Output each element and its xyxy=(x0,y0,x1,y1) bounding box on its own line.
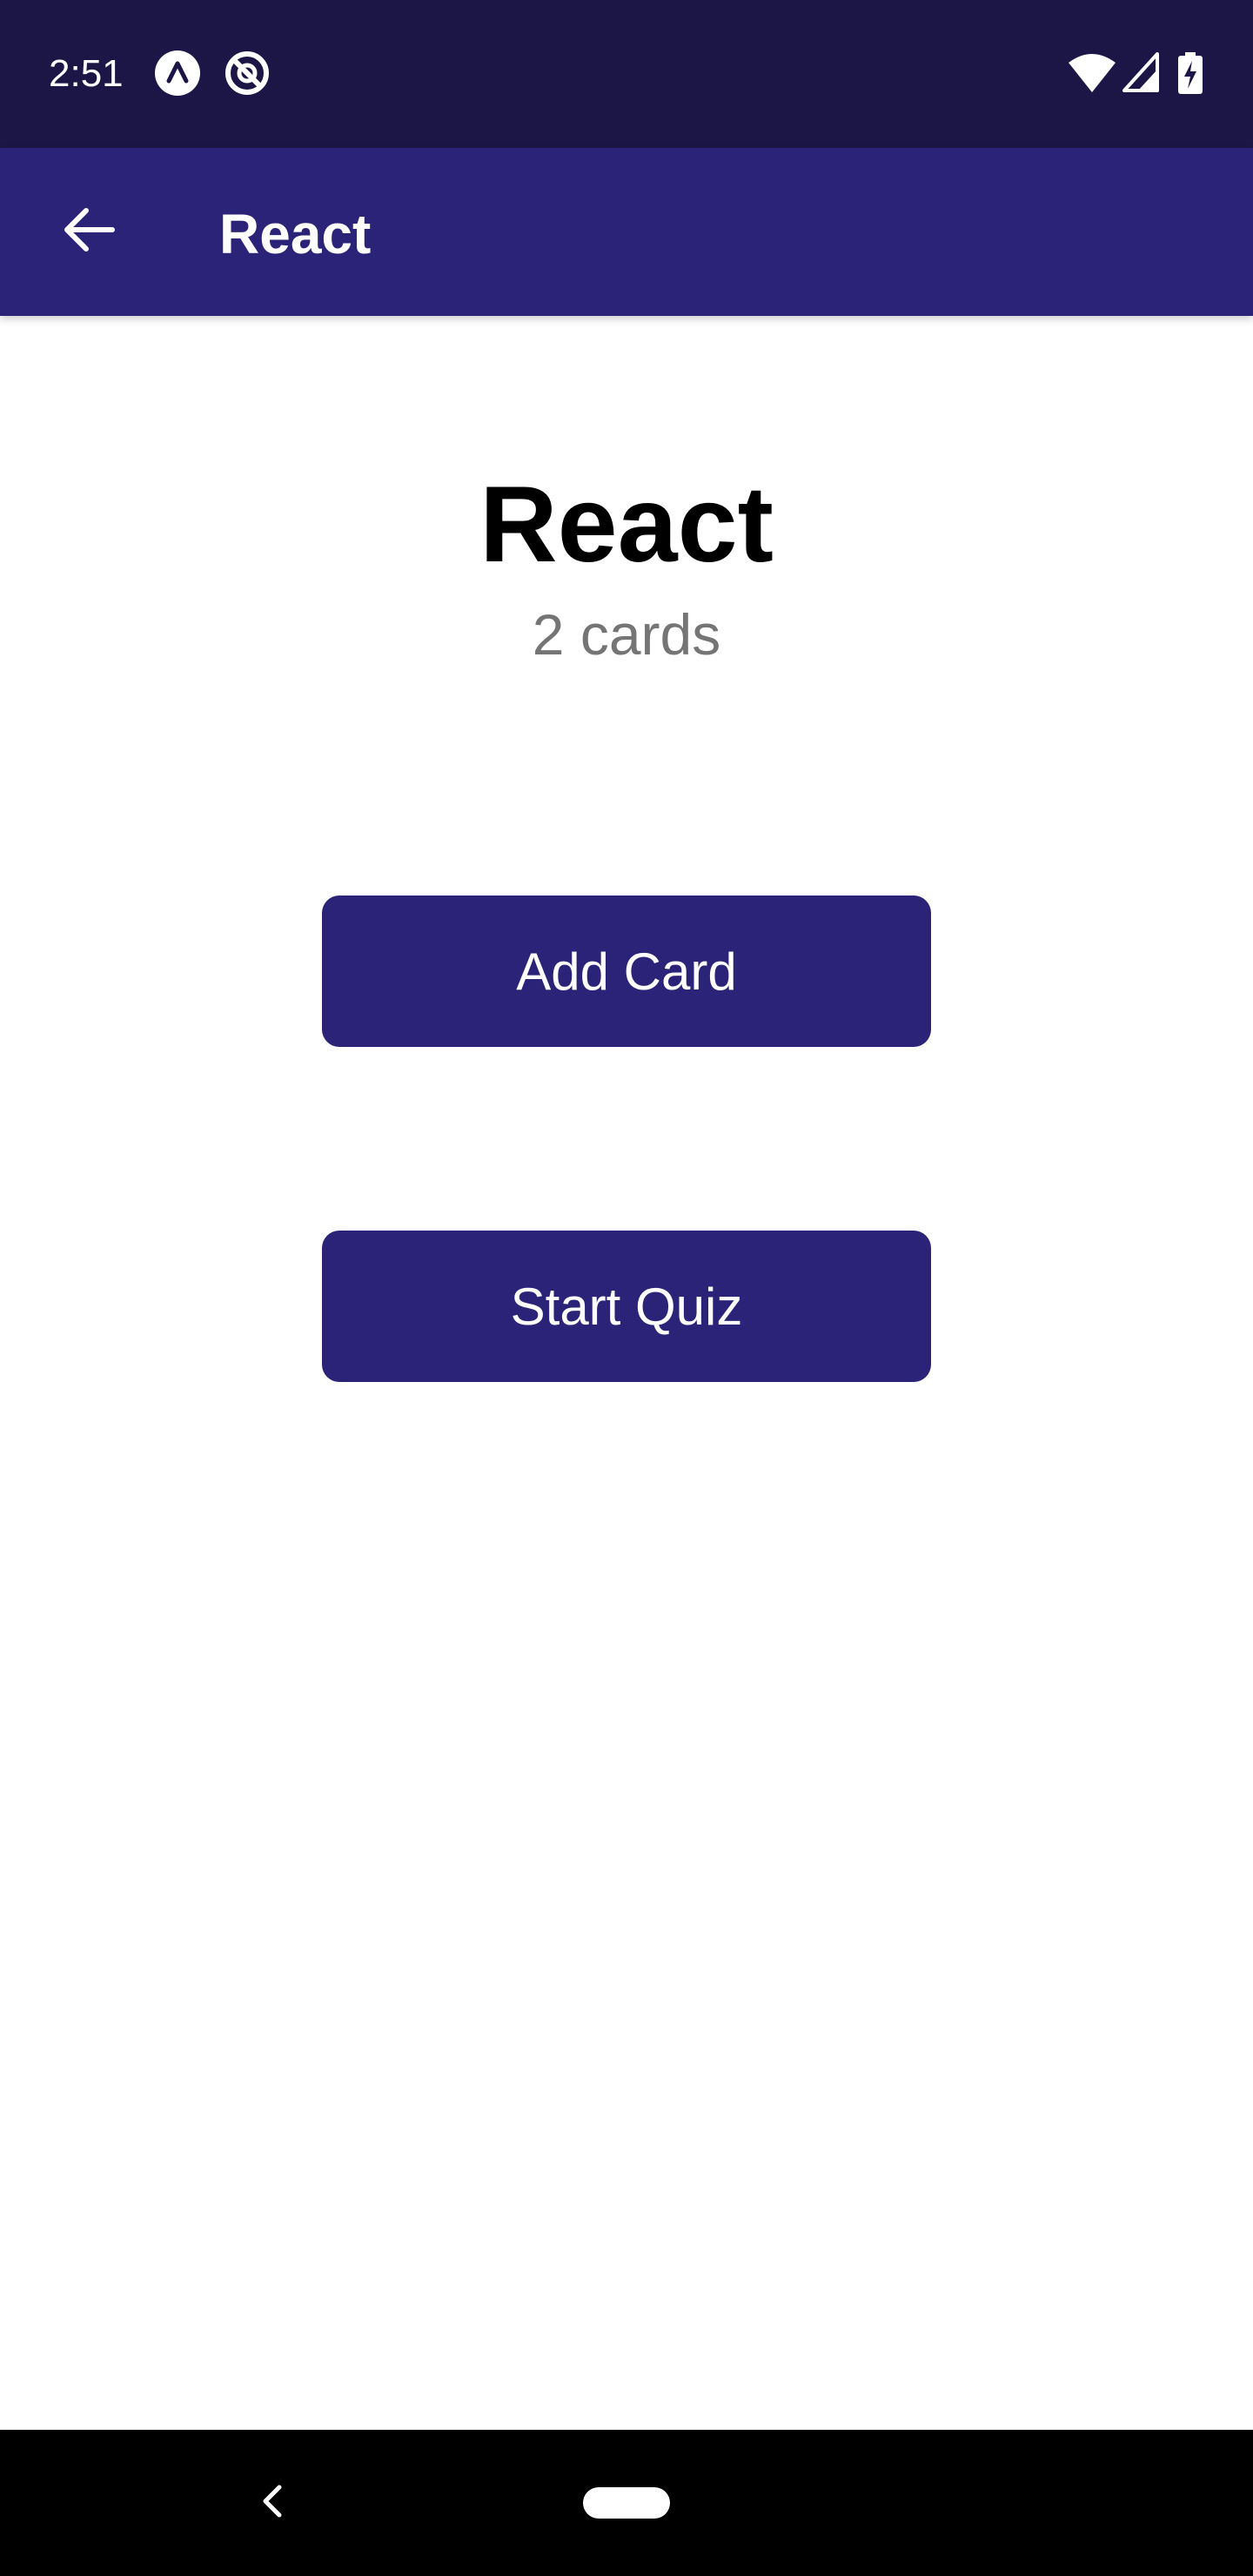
deck-title: React xyxy=(479,465,774,585)
wifi-icon xyxy=(1069,52,1116,96)
status-time: 2:51 xyxy=(49,52,124,95)
battery-charging-icon xyxy=(1178,52,1203,96)
app-notification-icon xyxy=(155,50,200,96)
deck-detail-screen: 2:51 React React 2 cards Add Card Start … xyxy=(0,0,1253,2576)
add-card-label: Add Card xyxy=(516,942,737,1001)
status-bar: 2:51 xyxy=(0,0,1253,148)
nav-back-button[interactable] xyxy=(249,2468,296,2538)
add-card-button[interactable]: Add Card xyxy=(322,896,931,1047)
arrow-back-icon xyxy=(62,207,116,257)
system-nav-bar xyxy=(0,2430,1253,2576)
back-button[interactable] xyxy=(45,188,132,275)
start-quiz-button[interactable]: Start Quiz xyxy=(322,1231,931,1382)
deck-card-count: 2 cards xyxy=(532,602,721,667)
nav-home-pill-icon[interactable] xyxy=(583,2487,670,2519)
cellular-signal-icon xyxy=(1122,52,1159,96)
app-bar-title: React xyxy=(219,203,372,265)
app-bar: React xyxy=(0,148,1253,316)
start-quiz-label: Start Quiz xyxy=(510,1277,743,1336)
do-not-disturb-icon xyxy=(224,50,270,96)
nav-back-icon xyxy=(262,2484,283,2523)
